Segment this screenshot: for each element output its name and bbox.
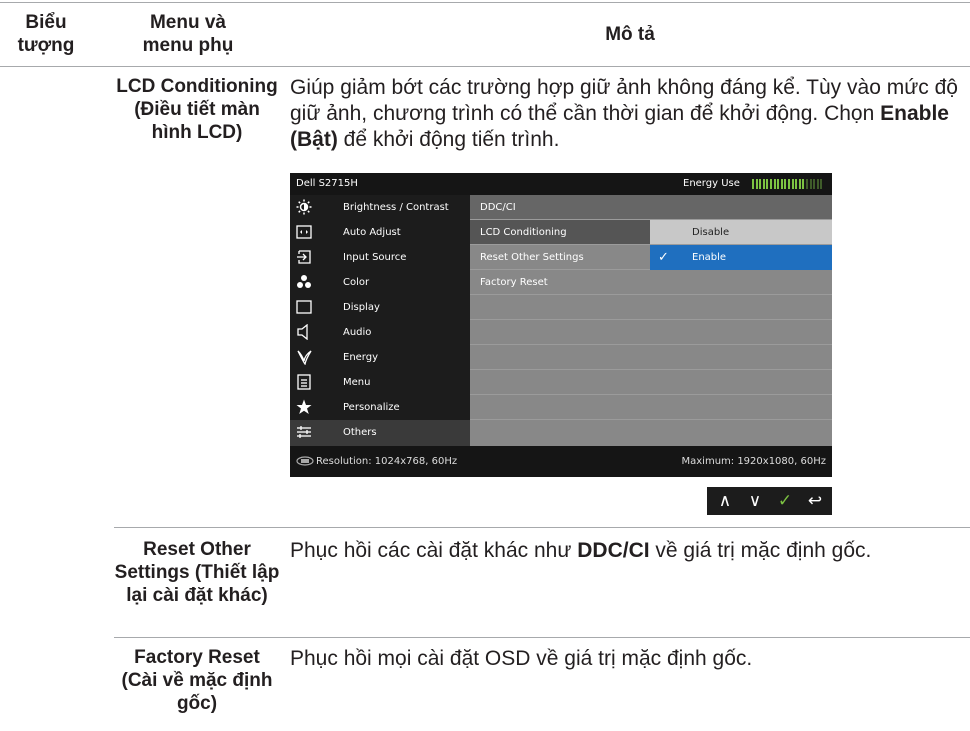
submenu-empty-row — [470, 370, 832, 395]
color-icon — [296, 274, 312, 290]
header-rule — [0, 66, 970, 67]
row-rule — [114, 637, 970, 638]
chevron-down-icon[interactable]: ∨ — [745, 490, 765, 512]
check-icon: ✓ — [658, 250, 669, 265]
energy-bar-segment — [755, 179, 758, 189]
osd-menu: Dell S2715H Energy Use Brightness / Cont… — [290, 173, 832, 477]
energy-bar-segment — [752, 179, 754, 189]
back-icon[interactable]: ↩ — [805, 490, 825, 512]
submenu-empty-row — [470, 295, 832, 320]
submenu-reset-other-settings[interactable]: Reset Other Settings ✓ Enable — [470, 245, 832, 270]
energy-bar-segment — [759, 179, 762, 189]
row-label-reset-other-settings: Reset Other Settings (Thiết lập lại cài … — [114, 539, 280, 606]
menu-item-label: Personalize — [343, 402, 400, 413]
header-icon-col: Biểu tượng — [17, 12, 75, 56]
energy-bar-segment — [773, 179, 776, 189]
menu-item-personalize[interactable]: Personalize — [290, 395, 470, 420]
menu-item-label: Display — [343, 302, 380, 313]
input-source-icon — [296, 249, 312, 265]
menu-item-energy[interactable]: Energy — [290, 345, 470, 370]
energy-bar-segment — [820, 179, 823, 189]
submenu-label: Reset Other Settings — [480, 252, 584, 263]
menu-item-brightness[interactable]: Brightness / Contrast — [290, 195, 470, 220]
menu-item-label: Audio — [343, 327, 372, 338]
maximum-resolution-text: Maximum: 1920x1080, 60Hz — [681, 456, 827, 467]
menu-item-label: Menu — [343, 377, 371, 388]
osd-main-menu: Brightness / Contrast Auto Adjust Input … — [290, 195, 470, 446]
energy-bar-segment — [780, 179, 783, 189]
star-icon — [296, 399, 312, 415]
submenu-empty-row — [470, 395, 832, 420]
submenu-lcd-conditioning[interactable]: LCD Conditioning Disable — [470, 220, 832, 245]
energy-bar-segment — [813, 179, 816, 189]
resolution-icon — [296, 455, 314, 470]
menu-item-audio[interactable]: Audio — [290, 320, 470, 345]
energy-bar-segment — [777, 179, 780, 189]
option-enable[interactable]: Enable — [692, 252, 726, 263]
chevron-up-icon[interactable]: ∧ — [715, 490, 735, 512]
option-disable[interactable]: Disable — [692, 227, 729, 238]
brightness-icon — [296, 199, 312, 215]
energy-bar-segment — [788, 179, 790, 189]
row-desc-factory-reset: Phục hồi mọi cài đặt OSD về giá trị mặc … — [290, 647, 753, 670]
menu-item-auto-adjust[interactable]: Auto Adjust — [290, 220, 470, 245]
menu-item-display[interactable]: Display — [290, 295, 470, 320]
submenu-empty-row — [470, 420, 832, 444]
osd-submenu: DDC/CI LCD Conditioning Disable Reset Ot… — [470, 195, 832, 446]
energy-bar-segment — [762, 179, 765, 189]
row-label-factory-reset: Factory Reset (Cài về mặc định gốc) — [121, 647, 273, 714]
submenu-label: LCD Conditioning — [480, 227, 567, 238]
header-menu-col: Menu và menu phụ — [142, 12, 234, 56]
menu-item-menu[interactable]: Menu — [290, 370, 470, 395]
row-desc-lcd-conditioning: Giúp giảm bớt các trường hợp giữ ảnh khô… — [290, 76, 958, 151]
menu-item-label: Auto Adjust — [343, 227, 401, 238]
osd-title-bar: Dell S2715H Energy Use — [290, 173, 832, 195]
others-icon — [296, 424, 312, 440]
energy-bar-segment — [816, 179, 819, 189]
submenu-empty-row — [470, 320, 832, 345]
osd-title: Dell S2715H — [296, 178, 358, 189]
submenu-label: DDC/CI — [480, 202, 516, 213]
submenu-empty-row — [470, 345, 832, 370]
auto-adjust-icon — [296, 224, 312, 240]
menu-item-label: Others — [343, 427, 377, 438]
menu-icon — [296, 374, 312, 390]
submenu-label: Factory Reset — [480, 277, 548, 288]
menu-item-color[interactable]: Color — [290, 270, 470, 295]
energy-bar-segment — [795, 179, 798, 189]
check-icon[interactable]: ✓ — [775, 490, 795, 512]
menu-item-others[interactable]: Others — [290, 420, 470, 446]
energy-bar-segment — [809, 179, 812, 189]
menu-item-label: Energy — [343, 352, 379, 363]
resolution-text: Resolution: 1024x768, 60Hz — [316, 456, 458, 467]
top-rule — [0, 2, 970, 3]
submenu-ddc-ci[interactable]: DDC/CI — [470, 195, 832, 220]
audio-icon — [296, 324, 312, 340]
energy-bar-segment — [791, 179, 794, 189]
display-icon — [296, 299, 312, 315]
energy-icon — [296, 349, 312, 365]
row-label-lcd-conditioning: LCD Conditioning (Điều tiết màn hình LCD… — [116, 76, 278, 143]
osd-button-bar: ∧ ∨ ✓ ↩ — [707, 487, 832, 515]
osd-status-bar: Resolution: 1024x768, 60Hz Maximum: 1920… — [290, 446, 832, 477]
row-desc-reset-other-settings: Phục hồi các cài đặt khác như DDC/CI về … — [290, 539, 872, 562]
menu-item-label: Brightness / Contrast — [343, 202, 449, 213]
energy-bar-segment — [770, 179, 772, 189]
row-rule — [114, 527, 970, 528]
menu-item-input-source[interactable]: Input Source — [290, 245, 470, 270]
header-desc-col: Mô tả — [605, 24, 655, 45]
submenu-factory-reset[interactable]: Factory Reset — [470, 270, 832, 295]
energy-bar-segment — [766, 179, 769, 189]
energy-bar-segment — [806, 179, 808, 189]
energy-bar-segment — [798, 179, 801, 189]
energy-use-label: Energy Use — [683, 178, 740, 189]
menu-item-label: Color — [343, 277, 370, 288]
menu-item-label: Input Source — [343, 252, 407, 263]
energy-bar-segment — [784, 179, 787, 189]
energy-bar-segment — [802, 179, 805, 189]
